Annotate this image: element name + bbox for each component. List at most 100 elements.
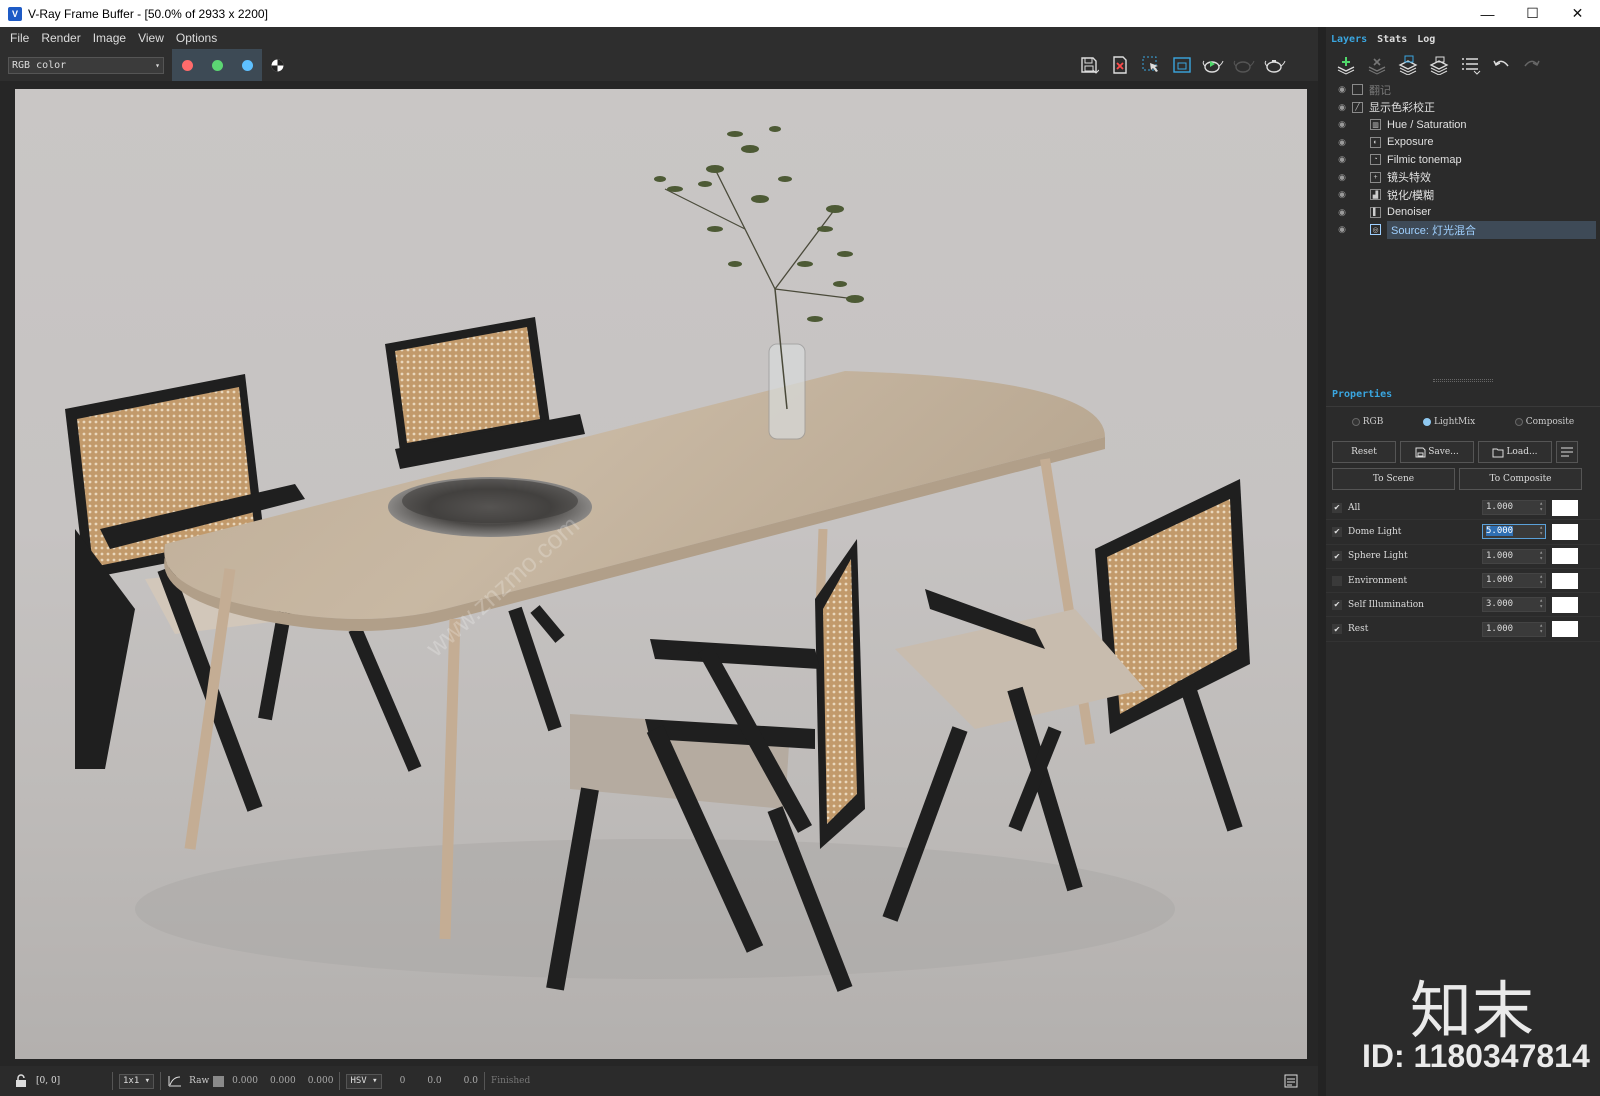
- spinner-icon[interactable]: ▴ ▾: [1539, 622, 1543, 635]
- menu-file[interactable]: File: [0, 31, 35, 45]
- eye-icon[interactable]: ◉: [1332, 102, 1352, 113]
- layer-item[interactable]: ◉ ▌ Denoiser: [1326, 204, 1600, 222]
- stop-render-button[interactable]: [1230, 53, 1257, 77]
- raw-b-value: 0.000: [307, 1076, 334, 1086]
- color-mode-select[interactable]: HSV ▾: [346, 1073, 382, 1089]
- light-color-swatch[interactable]: [1552, 523, 1578, 540]
- light-row-sphere: ✔ Sphere Light 1.000 ▴ ▾: [1326, 545, 1600, 569]
- window-controls: — ☐ ✕: [1465, 0, 1600, 27]
- lightmix-menu-button[interactable]: [1556, 441, 1578, 463]
- to-scene-button[interactable]: To Scene: [1332, 468, 1455, 490]
- save-preset-button[interactable]: Save...: [1400, 441, 1474, 463]
- splitter-grip[interactable]: [1326, 373, 1600, 387]
- channel-select[interactable]: RGB color ▾: [8, 56, 164, 74]
- render-region-button[interactable]: [1168, 53, 1195, 77]
- sharpen-icon: ▟: [1370, 189, 1381, 201]
- tab-log[interactable]: Log: [1412, 31, 1440, 49]
- to-composite-button[interactable]: To Composite: [1459, 468, 1582, 490]
- light-color-swatch[interactable]: [1552, 499, 1578, 516]
- eye-icon[interactable]: ◉: [1332, 137, 1352, 148]
- add-layer-button[interactable]: [1332, 53, 1359, 77]
- layer-item[interactable]: ◉ ╱ 显示色彩校正: [1326, 99, 1600, 117]
- load-layers-button[interactable]: [1425, 53, 1452, 77]
- layer-item[interactable]: ◉ ◔ Filmic tonemap: [1326, 151, 1600, 169]
- teapot-stop-icon: [1233, 60, 1254, 73]
- alpha-channel-toggle[interactable]: [262, 49, 292, 81]
- panel-toggle-icon[interactable]: [1284, 1074, 1298, 1088]
- spinner-icon[interactable]: ▴ ▾: [1539, 549, 1543, 562]
- eye-icon[interactable]: ◉: [1332, 154, 1352, 165]
- light-color-swatch[interactable]: [1552, 596, 1578, 613]
- render-image[interactable]: [15, 89, 1307, 1059]
- tab-layers[interactable]: Layers: [1326, 31, 1372, 49]
- tab-stats[interactable]: Stats: [1372, 31, 1412, 49]
- eye-icon[interactable]: ◉: [1332, 224, 1352, 235]
- maximize-button[interactable]: ☐: [1510, 0, 1555, 27]
- light-intensity-input[interactable]: 5.000 ▴ ▾: [1482, 524, 1546, 540]
- render-button[interactable]: [1261, 53, 1288, 77]
- spinner-icon[interactable]: ▴ ▾: [1539, 525, 1543, 537]
- layer-list-button[interactable]: [1456, 53, 1483, 77]
- render-viewport[interactable]: [0, 81, 1318, 1066]
- panel-splitter[interactable]: [1318, 27, 1326, 1096]
- spinner-icon[interactable]: ▴ ▾: [1539, 574, 1543, 586]
- region-render-button[interactable]: [1137, 53, 1164, 77]
- light-intensity-input[interactable]: 1.000 ▴ ▾: [1482, 621, 1546, 637]
- light-checkbox[interactable]: ✔: [1332, 599, 1342, 610]
- save-image-button[interactable]: [1075, 53, 1102, 77]
- layer-item[interactable]: ◉ ▟ 锐化/模糊: [1326, 186, 1600, 204]
- minimize-button[interactable]: —: [1465, 0, 1510, 27]
- eye-icon[interactable]: ◉: [1332, 84, 1352, 95]
- eye-icon[interactable]: ◉: [1332, 207, 1352, 218]
- redo-button[interactable]: [1518, 53, 1545, 77]
- eye-icon[interactable]: ◉: [1332, 119, 1352, 130]
- blue-channel-toggle[interactable]: [232, 49, 262, 81]
- menu-view[interactable]: View: [132, 31, 170, 45]
- eye-icon[interactable]: ◉: [1332, 189, 1352, 200]
- clear-image-button[interactable]: [1106, 53, 1133, 77]
- remove-layer-button[interactable]: [1363, 53, 1390, 77]
- eye-icon[interactable]: ◉: [1332, 172, 1352, 183]
- light-intensity-value: 1.000: [1486, 575, 1514, 586]
- close-button[interactable]: ✕: [1555, 0, 1600, 27]
- light-checkbox[interactable]: ✔: [1332, 551, 1342, 562]
- mode-rgb-radio[interactable]: RGB: [1351, 417, 1383, 427]
- zoom-select[interactable]: 1x1 ▾: [119, 1073, 155, 1089]
- light-intensity-input[interactable]: 1.000 ▴ ▾: [1482, 548, 1546, 564]
- interactive-render-button[interactable]: [1199, 53, 1226, 77]
- light-checkbox[interactable]: ✔: [1332, 502, 1342, 513]
- light-checkbox[interactable]: ✔: [1332, 526, 1342, 537]
- lock-icon[interactable]: [14, 1074, 28, 1088]
- spinner-icon[interactable]: ▴ ▾: [1539, 501, 1543, 513]
- reset-button[interactable]: Reset: [1332, 441, 1396, 463]
- load-preset-button[interactable]: Load...: [1478, 441, 1552, 463]
- layer-item[interactable]: ◉ ▥ Hue / Saturation: [1326, 116, 1600, 134]
- teapot-icon: [1264, 60, 1285, 73]
- pixel-coordinates: [0, 0]: [36, 1076, 61, 1086]
- spinner-icon[interactable]: ▴ ▾: [1539, 598, 1543, 610]
- layer-item[interactable]: ◉ + 镜头特效: [1326, 169, 1600, 187]
- mode-composite-radio[interactable]: Composite: [1514, 417, 1574, 427]
- menu-render[interactable]: Render: [35, 31, 86, 45]
- menu-image[interactable]: Image: [87, 31, 132, 45]
- light-color-swatch[interactable]: [1552, 572, 1578, 589]
- layer-tree: ◉ 翻记 ◉ ╱ 显示色彩校正 ◉ ▥ Hue / Saturation ◉ ◐…: [1326, 81, 1600, 271]
- curve-tool-icon[interactable]: [167, 1074, 183, 1088]
- menu-options[interactable]: Options: [170, 31, 223, 45]
- mode-lightmix-radio[interactable]: LightMix: [1422, 417, 1475, 427]
- light-checkbox[interactable]: ✔: [1332, 624, 1342, 635]
- green-channel-toggle[interactable]: [202, 49, 232, 81]
- light-color-swatch[interactable]: [1552, 621, 1578, 638]
- layer-checkbox[interactable]: [1352, 84, 1363, 96]
- light-intensity-input[interactable]: 1.000 ▴ ▾: [1482, 573, 1546, 589]
- light-color-swatch[interactable]: [1552, 548, 1578, 565]
- red-channel-toggle[interactable]: [172, 49, 202, 81]
- undo-button[interactable]: [1487, 53, 1514, 77]
- layer-item[interactable]: ◉ 翻记: [1326, 81, 1600, 99]
- light-intensity-input[interactable]: 3.000 ▴ ▾: [1482, 597, 1546, 613]
- layer-item[interactable]: ◉ ◐ Exposure: [1326, 134, 1600, 152]
- save-layers-button[interactable]: [1394, 53, 1421, 77]
- light-checkbox[interactable]: [1332, 575, 1342, 586]
- light-intensity-input[interactable]: 1.000 ▴ ▾: [1482, 500, 1546, 516]
- layer-item-selected[interactable]: ◉ ◎ Source: 灯光混合: [1326, 220, 1600, 239]
